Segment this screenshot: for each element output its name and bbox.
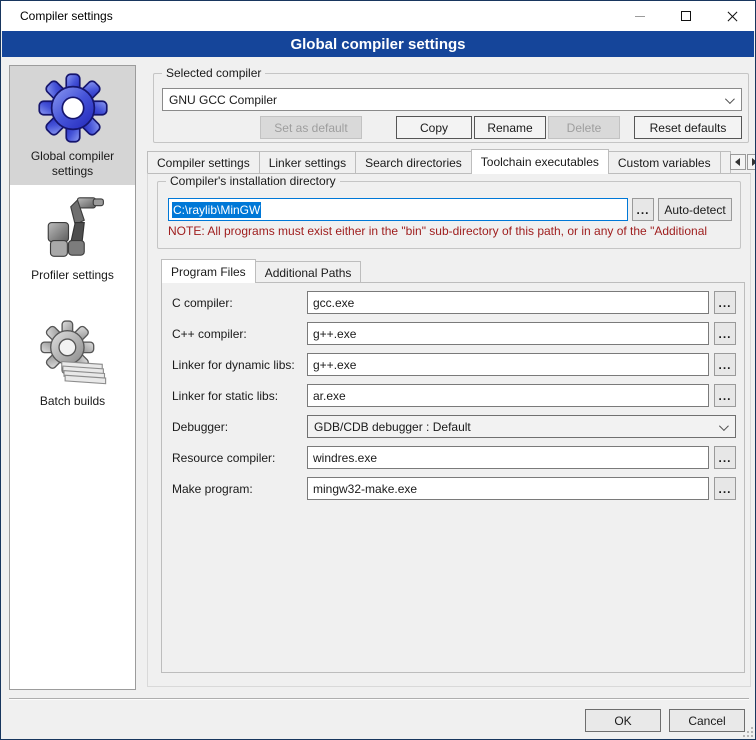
- settings-category-list: Global compiler settings: [9, 65, 136, 690]
- tab-program-files[interactable]: Program Files: [161, 259, 256, 283]
- tab-linker-settings[interactable]: Linker settings: [259, 151, 356, 174]
- make-program-row: Make program: ...: [172, 477, 736, 500]
- static-linker-browse-button[interactable]: ...: [714, 384, 736, 407]
- rename-button[interactable]: Rename: [474, 116, 546, 139]
- title-bar: Compiler settings: [1, 1, 755, 31]
- cpp-compiler-label: C++ compiler:: [172, 327, 307, 341]
- installation-directory-legend: Compiler's installation directory: [166, 174, 340, 188]
- dialog-footer: OK Cancel: [1, 709, 755, 733]
- tab-scroll-left-button[interactable]: [730, 154, 746, 170]
- maximize-icon: [681, 11, 691, 21]
- auto-detect-button[interactable]: Auto-detect: [658, 198, 732, 221]
- dynamic-linker-row: Linker for dynamic libs: ...: [172, 353, 736, 376]
- tab-custom-variables[interactable]: Custom variables: [608, 151, 721, 174]
- minimize-icon: [635, 16, 645, 17]
- arrow-right-icon: [752, 158, 756, 166]
- chevron-down-icon: [725, 94, 735, 104]
- cancel-button[interactable]: Cancel: [669, 709, 745, 732]
- debugger-label: Debugger:: [172, 420, 307, 434]
- static-linker-label: Linker for static libs:: [172, 389, 307, 403]
- c-compiler-input[interactable]: [307, 291, 709, 314]
- compiler-select[interactable]: GNU GCC Compiler: [162, 88, 742, 111]
- ok-button[interactable]: OK: [585, 709, 661, 732]
- c-compiler-row: C compiler: ...: [172, 291, 736, 314]
- delete-button[interactable]: Delete: [548, 116, 620, 139]
- tab-additional-paths[interactable]: Additional Paths: [255, 261, 362, 283]
- resource-compiler-row: Resource compiler: ...: [172, 446, 736, 469]
- debugger-row: Debugger: GDB/CDB debugger : Default: [172, 415, 736, 438]
- sidebar-item-label: Batch builds: [40, 394, 105, 409]
- c-compiler-browse-button[interactable]: ...: [714, 291, 736, 314]
- tab-scroll-arrows: [730, 154, 756, 170]
- tab-toolchain-executables[interactable]: Toolchain executables: [471, 149, 609, 174]
- debugger-select-value: GDB/CDB debugger : Default: [314, 420, 471, 434]
- sidebar-item-batch-builds[interactable]: Batch builds: [10, 311, 135, 415]
- installation-directory-group: Compiler's installation directory C:\ray…: [157, 181, 741, 249]
- resource-compiler-input[interactable]: [307, 446, 709, 469]
- chevron-down-icon: [719, 421, 729, 431]
- maximize-button[interactable]: [663, 1, 709, 31]
- copy-button[interactable]: Copy: [396, 116, 472, 139]
- make-program-browse-button[interactable]: ...: [714, 477, 736, 500]
- tab-scroll-right-button[interactable]: [747, 154, 756, 170]
- dynamic-linker-input[interactable]: [307, 353, 709, 376]
- resize-grip[interactable]: [743, 727, 753, 737]
- window-controls: [617, 1, 755, 31]
- dynamic-linker-label: Linker for dynamic libs:: [172, 358, 307, 372]
- installation-path-row: C:\raylib\MinGW ... Auto-detect: [168, 198, 732, 221]
- tab-compiler-settings[interactable]: Compiler settings: [147, 151, 260, 174]
- installation-path-selected-text: C:\raylib\MinGW: [172, 202, 261, 218]
- bin-subdirectory-note: NOTE: All programs must exist either in …: [168, 224, 756, 238]
- program-files-tabstrip: Program Files Additional Paths: [161, 259, 745, 283]
- sidebar-item-label: Global compiler settings: [12, 149, 133, 179]
- reset-defaults-button[interactable]: Reset defaults: [634, 116, 742, 139]
- compiler-actions: Set as default Copy Rename Delete Reset …: [162, 116, 742, 139]
- c-compiler-label: C compiler:: [172, 296, 307, 310]
- settings-tabstrip: Compiler settings Linker settings Search…: [147, 149, 753, 174]
- minimize-button[interactable]: [617, 1, 663, 31]
- arrow-left-icon: [735, 158, 740, 166]
- browse-directory-button[interactable]: ...: [632, 198, 654, 221]
- debugger-select[interactable]: GDB/CDB debugger : Default: [307, 415, 736, 438]
- sidebar-item-label: Profiler settings: [31, 268, 114, 283]
- dynamic-linker-browse-button[interactable]: ...: [714, 353, 736, 376]
- installation-path-input[interactable]: C:\raylib\MinGW: [168, 198, 628, 221]
- set-as-default-button[interactable]: Set as default: [260, 116, 362, 139]
- batch-builds-icon: [35, 315, 111, 391]
- selected-compiler-group: Selected compiler GNU GCC Compiler Set a…: [153, 73, 749, 143]
- sidebar-item-profiler-settings[interactable]: Profiler settings: [10, 185, 135, 289]
- cpp-compiler-row: C++ compiler: ...: [172, 322, 736, 345]
- resource-compiler-label: Resource compiler:: [172, 451, 307, 465]
- page-title: Global compiler settings: [2, 31, 754, 57]
- cpp-compiler-input[interactable]: [307, 322, 709, 345]
- close-icon: [727, 11, 738, 22]
- make-program-label: Make program:: [172, 482, 307, 496]
- close-button[interactable]: [709, 1, 755, 31]
- selected-compiler-legend: Selected compiler: [162, 66, 265, 80]
- static-linker-input[interactable]: [307, 384, 709, 407]
- make-program-input[interactable]: [307, 477, 709, 500]
- tab-search-directories[interactable]: Search directories: [355, 151, 472, 174]
- gear-blue-icon: [35, 70, 111, 146]
- compiler-select-value: GNU GCC Compiler: [169, 93, 277, 107]
- profiler-icon: [35, 189, 111, 265]
- resource-compiler-browse-button[interactable]: ...: [714, 446, 736, 469]
- sidebar-item-global-compiler-settings[interactable]: Global compiler settings: [10, 66, 135, 185]
- compiler-settings-dialog: Compiler settings Global compiler settin…: [0, 0, 756, 740]
- static-linker-row: Linker for static libs: ...: [172, 384, 736, 407]
- window-title: Compiler settings: [20, 9, 113, 23]
- program-files-panel: C compiler: ... C++ compiler: ... Linker…: [161, 282, 745, 673]
- footer-divider: [9, 698, 749, 700]
- cpp-compiler-browse-button[interactable]: ...: [714, 322, 736, 345]
